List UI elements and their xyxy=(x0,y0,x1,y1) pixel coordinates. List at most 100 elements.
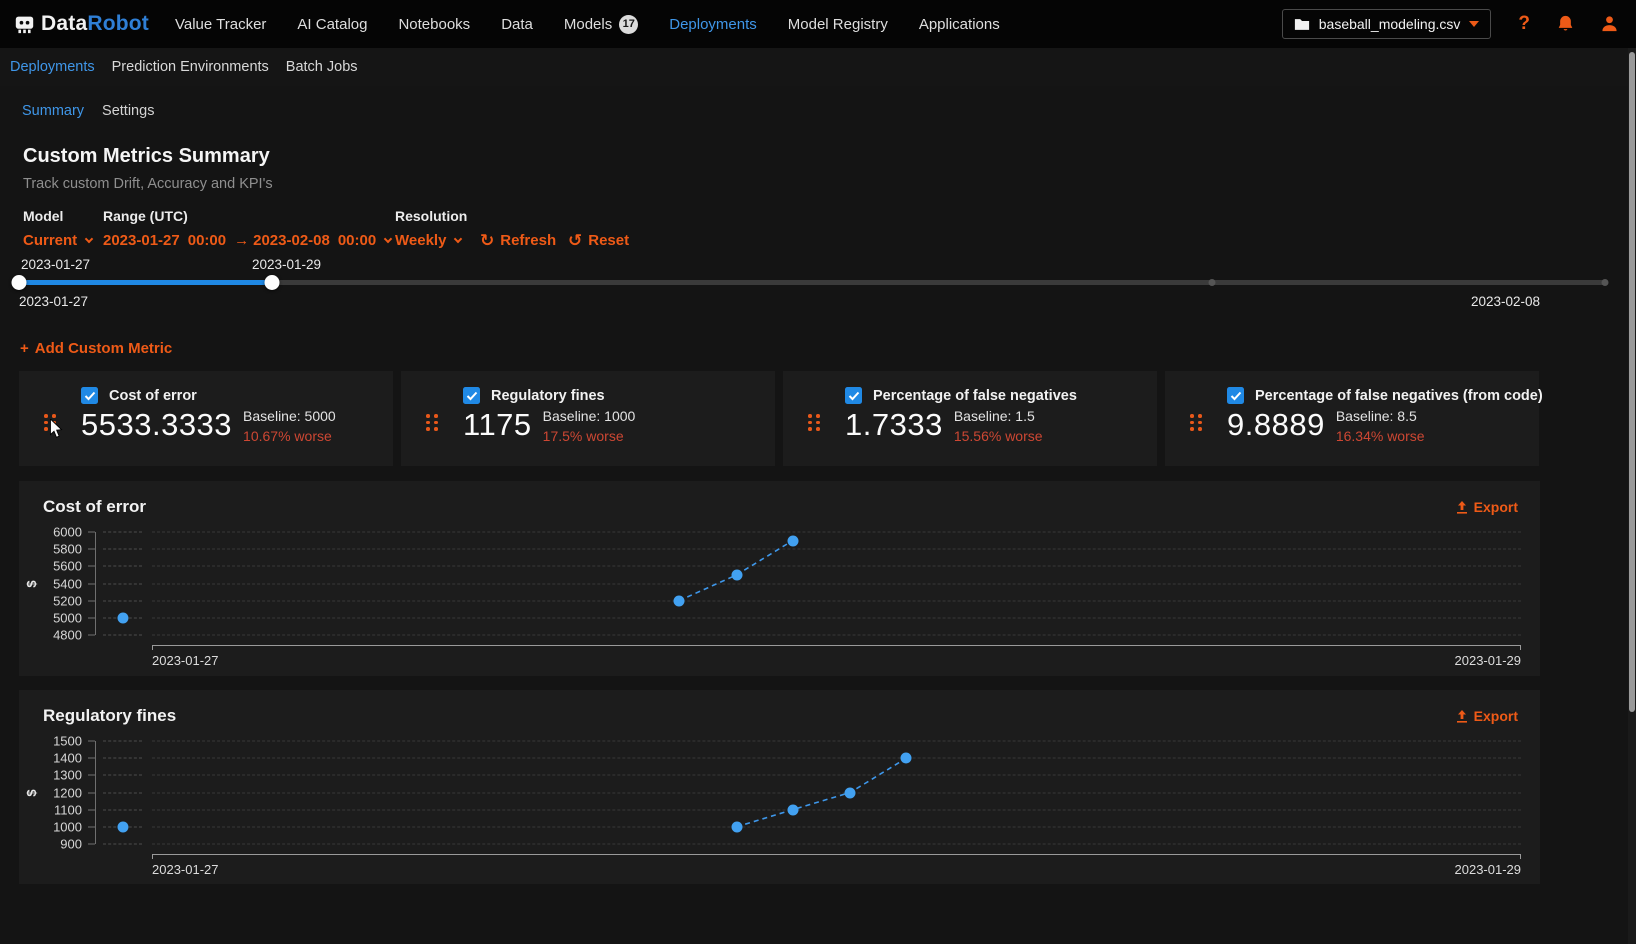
range-start-date: 2023-01-27 xyxy=(103,232,180,249)
y-tick-mark xyxy=(88,617,95,618)
add-custom-metric-button[interactable]: +Add Custom Metric xyxy=(20,340,172,357)
metric-checkbox[interactable] xyxy=(845,387,862,404)
slider-max-label: 2023-02-08 xyxy=(1471,294,1540,309)
y-tick-label: 1400 xyxy=(53,751,82,766)
help-icon[interactable]: ? xyxy=(1518,13,1530,35)
metric-card-false-negatives: Percentage of false negatives 1.7333 Bas… xyxy=(783,371,1157,466)
plot-region xyxy=(152,741,1521,844)
refresh-button[interactable]: ↻ Refresh xyxy=(480,232,556,249)
chart-card-cost-of-error: Cost of error Export $ 60005800560054005… xyxy=(19,481,1540,676)
baseline-gridline xyxy=(103,532,142,533)
range-dropdown[interactable]: 2023-01-27 00:00 → 2023-02-08 00:00 xyxy=(103,232,391,249)
arrow-right-icon: → xyxy=(234,232,249,249)
metric-card-regulatory-fines: Regulatory fines 1175 Baseline: 1000 17.… xyxy=(401,371,775,466)
y-tick-label: 5800 xyxy=(53,542,82,557)
range-label: Range (UTC) xyxy=(103,208,188,224)
drag-handle-icon[interactable] xyxy=(1190,414,1202,431)
metric-delta: 15.56% worse xyxy=(954,428,1043,444)
reset-button[interactable]: ↺ Reset xyxy=(568,232,629,249)
export-label: Export xyxy=(1474,708,1518,724)
metric-title: Regulatory fines xyxy=(491,388,605,404)
data-point[interactable] xyxy=(901,753,912,764)
tab-settings[interactable]: Settings xyxy=(102,103,154,119)
data-point[interactable] xyxy=(731,821,742,832)
metric-checkbox[interactable] xyxy=(1227,387,1244,404)
y-tick-label: 1000 xyxy=(53,819,82,834)
models-count-badge: 17 xyxy=(619,15,638,34)
plus-icon: + xyxy=(20,340,29,357)
reset-label: Reset xyxy=(588,232,629,249)
nav-item-notebooks[interactable]: Notebooks xyxy=(398,16,470,33)
mouse-cursor xyxy=(49,419,63,439)
bell-icon[interactable] xyxy=(1557,15,1574,33)
metric-value: 1175 xyxy=(463,409,532,440)
nav-item-deployments[interactable]: Deployments xyxy=(669,16,757,33)
model-dropdown[interactable]: Current xyxy=(23,232,92,249)
drag-handle-icon[interactable] xyxy=(808,414,820,431)
subnav-item-batch-jobs[interactable]: Batch Jobs xyxy=(286,59,358,75)
nav-item-model-registry[interactable]: Model Registry xyxy=(788,16,888,33)
nav-item-models[interactable]: Models17 xyxy=(564,15,638,34)
metric-value: 9.8889 xyxy=(1227,409,1325,440)
model-value: Current xyxy=(23,232,77,249)
subnav-item-prediction-environments[interactable]: Prediction Environments xyxy=(112,59,269,75)
export-icon xyxy=(1456,501,1468,514)
nav-item-ai-catalog[interactable]: AI Catalog xyxy=(297,16,367,33)
export-label: Export xyxy=(1474,499,1518,515)
metric-checkbox[interactable] xyxy=(81,387,98,404)
topnav-right-cluster: baseball_modeling.csv ? xyxy=(1282,9,1618,39)
user-icon[interactable] xyxy=(1601,15,1618,33)
date-range-slider[interactable] xyxy=(19,280,1607,285)
y-tick-label: 1300 xyxy=(53,768,82,783)
metric-value: 5533.3333 xyxy=(81,409,232,440)
y-axis-tick-labels: 150014001300120011001000900 xyxy=(19,741,82,844)
export-button[interactable]: Export xyxy=(1456,708,1518,724)
metric-title: Percentage of false negatives xyxy=(873,388,1077,404)
y-tick-label: 1500 xyxy=(53,734,82,749)
chart-title: Cost of error xyxy=(43,497,146,517)
y-tick-mark xyxy=(88,549,95,550)
nav-item-data[interactable]: Data xyxy=(501,16,533,33)
x-axis-start-label: 2023-01-27 xyxy=(152,653,219,668)
data-point[interactable] xyxy=(674,595,685,606)
y-tick-label: 1200 xyxy=(53,785,82,800)
nav-item-value-tracker[interactable]: Value Tracker xyxy=(175,16,266,33)
chevron-down-icon xyxy=(1469,21,1479,27)
slider-selected-range xyxy=(19,280,272,285)
robot-logo-icon xyxy=(14,14,35,34)
dataset-selector[interactable]: baseball_modeling.csv xyxy=(1282,9,1492,39)
data-point[interactable] xyxy=(787,535,798,546)
baseline-point[interactable] xyxy=(117,821,128,832)
x-axis-end-label: 2023-01-29 xyxy=(1455,862,1522,877)
resolution-dropdown[interactable]: Weekly xyxy=(395,232,461,249)
data-point[interactable] xyxy=(845,787,856,798)
data-point[interactable] xyxy=(787,804,798,815)
baseline-point[interactable] xyxy=(117,612,128,623)
y-tick-mark xyxy=(88,741,95,742)
y-tick-label: 4800 xyxy=(53,628,82,643)
drag-handle-icon[interactable] xyxy=(426,414,438,431)
baseline-column xyxy=(103,741,142,844)
check-icon xyxy=(848,391,860,401)
nav-item-applications[interactable]: Applications xyxy=(919,16,1000,33)
export-button[interactable]: Export xyxy=(1456,499,1518,515)
scrollbar-thumb[interactable] xyxy=(1629,52,1635,712)
metric-baseline: Baseline: 5000 xyxy=(243,408,336,424)
plot-region xyxy=(152,532,1521,635)
check-icon xyxy=(84,391,96,401)
reset-icon: ↺ xyxy=(568,232,582,249)
slider-min-label: 2023-01-27 xyxy=(19,294,88,309)
metric-card-cost-of-error: Cost of error 5533.3333 Baseline: 5000 1… xyxy=(19,371,393,466)
subnav-item-deployments[interactable]: Deployments xyxy=(10,59,95,75)
slider-handle2-label: 2023-01-29 xyxy=(252,257,321,272)
metric-checkbox[interactable] xyxy=(463,387,480,404)
datarobot-logo[interactable]: DataRobot xyxy=(14,12,149,36)
slider-handle-start[interactable] xyxy=(12,275,27,290)
metric-delta: 10.67% worse xyxy=(243,428,336,444)
tab-summary[interactable]: Summary xyxy=(22,103,84,119)
logo-text-data: Data xyxy=(41,12,87,35)
x-axis-line xyxy=(152,854,1521,855)
slider-handle-end[interactable] xyxy=(264,275,279,290)
chevron-down-icon xyxy=(454,234,462,242)
data-point[interactable] xyxy=(731,569,742,580)
